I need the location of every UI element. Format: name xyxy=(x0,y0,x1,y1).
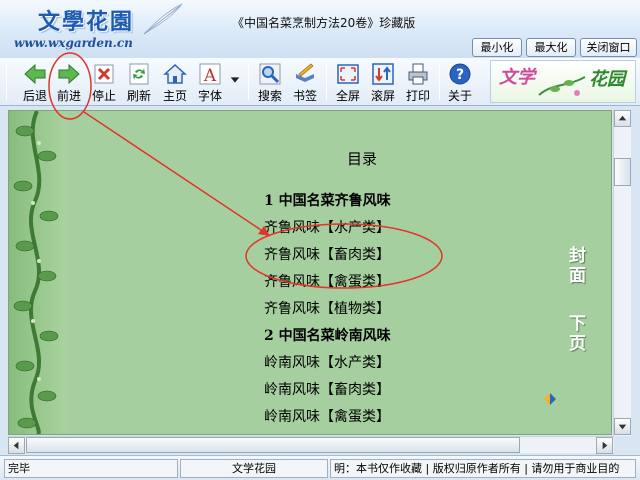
toc-link[interactable]: 岭南风味【畜肉类】 xyxy=(264,379,390,399)
autoscroll-icon xyxy=(372,63,394,85)
scroll-up-button[interactable] xyxy=(614,110,631,127)
fullscreen-label: 全屏 xyxy=(335,89,360,103)
autoscroll-button[interactable]: 滚屏 xyxy=(366,60,400,104)
chevron-down-icon xyxy=(230,77,240,83)
arrow-left-icon xyxy=(13,441,19,450)
back-arrow-icon xyxy=(24,63,46,85)
svg-text:A: A xyxy=(203,66,217,86)
status-bar: 完毕 文学花园 明：本书仅作收藏 | 版权归原作者所有 | 请勿用于商业目的 xyxy=(0,455,640,480)
search-label: 搜索 xyxy=(257,89,282,103)
banner-text-left: 文学 xyxy=(499,67,535,88)
printer-icon xyxy=(408,63,428,85)
forward-arrow-icon xyxy=(58,63,80,85)
stop-icon xyxy=(94,64,114,84)
toc-link[interactable]: 齐鲁风味【植物类】 xyxy=(264,298,390,318)
maximize-button[interactable]: 最大化 xyxy=(526,38,576,57)
autoscroll-label: 滚屏 xyxy=(370,89,395,103)
title-bar: 文學花園 www.wxgarden.cn 《中国名菜烹制方法20卷》珍藏版 最小… xyxy=(0,0,640,58)
horizontal-scroll-thumb[interactable] xyxy=(26,437,520,453)
toc-section-heading[interactable]: 2 中国名菜岭南风味 xyxy=(264,325,391,345)
window-title: 《中国名菜烹制方法20卷》珍藏版 xyxy=(232,16,416,30)
next-page-link[interactable]: 下页 xyxy=(569,314,586,354)
toolbar-divider xyxy=(326,64,327,100)
toc-link[interactable]: 齐鲁风味【禽蛋类】 xyxy=(264,271,390,291)
stop-button[interactable]: 停止 xyxy=(87,60,121,104)
toc-section-heading[interactable]: 1 中国名菜齐鲁风味 xyxy=(264,190,391,210)
pointer-icon xyxy=(544,393,556,405)
arrow-up-icon xyxy=(618,115,627,121)
status-site-name: 文学花园 xyxy=(180,459,328,478)
horizontal-scrollbar[interactable] xyxy=(8,436,614,454)
search-icon xyxy=(259,63,281,85)
refresh-button[interactable]: 刷新 xyxy=(122,60,156,104)
logo-url: www.wxgarden.cn xyxy=(14,36,133,50)
font-label: 字体 xyxy=(197,89,222,103)
about-button[interactable]: ? 关于 xyxy=(443,60,477,104)
cover-link[interactable]: 封面 xyxy=(569,246,586,286)
status-text: 完毕 xyxy=(4,459,178,478)
scroll-left-button[interactable] xyxy=(8,437,25,454)
vine-decoration xyxy=(9,111,67,434)
logo-title: 文學花園 xyxy=(38,9,135,35)
banner-text-right: 花园 xyxy=(589,69,625,90)
toc-link[interactable]: 岭南风味【水产类】 xyxy=(264,352,390,372)
arrow-down-icon xyxy=(618,424,627,430)
toolbar-divider xyxy=(248,64,249,100)
vine-decoration-icon xyxy=(13,111,59,434)
book-content: 目录 1 中国名菜齐鲁风味 齐鲁风味【水产类】 齐鲁风味【畜肉类】 齐鲁风味【禽… xyxy=(8,110,612,435)
scroll-down-button[interactable] xyxy=(614,418,631,435)
feather-icon xyxy=(143,3,183,35)
back-button[interactable]: 后退 xyxy=(18,60,52,104)
vertical-scroll-thumb[interactable] xyxy=(614,158,631,186)
home-button[interactable]: 主页 xyxy=(158,60,192,104)
font-button[interactable]: A 字体 xyxy=(193,60,227,104)
close-window-button[interactable]: 关闭窗口 xyxy=(580,38,637,57)
search-button[interactable]: 搜索 xyxy=(253,60,287,104)
font-icon: A xyxy=(199,63,221,86)
print-label: 打印 xyxy=(405,89,430,103)
toolbar-divider xyxy=(6,64,7,100)
leaf-decoration-icon xyxy=(538,76,586,96)
stop-label: 停止 xyxy=(91,89,116,103)
bookmark-label: 书签 xyxy=(292,89,317,103)
font-dropdown-button[interactable] xyxy=(228,74,242,88)
print-button[interactable]: 打印 xyxy=(401,60,435,104)
forward-button[interactable]: 前进 xyxy=(52,60,86,104)
home-icon xyxy=(163,63,187,84)
scroll-right-button[interactable] xyxy=(596,437,613,454)
refresh-label: 刷新 xyxy=(126,89,151,103)
fullscreen-icon xyxy=(337,64,359,84)
bookmark-button[interactable]: 书签 xyxy=(288,60,322,104)
garden-banner: 文学 花园 xyxy=(490,60,636,103)
toc-title: 目录 xyxy=(347,150,378,168)
vertical-scrollbar[interactable] xyxy=(613,110,631,436)
help-icon: ? xyxy=(449,63,471,85)
toc-link[interactable]: 岭南风味【禽蛋类】 xyxy=(264,406,390,426)
back-label: 后退 xyxy=(22,89,47,103)
home-label: 主页 xyxy=(162,89,187,103)
about-label: 关于 xyxy=(447,89,472,103)
forward-label: 前进 xyxy=(56,89,81,103)
toc-link[interactable]: 齐鲁风味【畜肉类】 xyxy=(264,244,390,264)
toolbar-divider xyxy=(439,64,440,100)
toc-link[interactable]: 齐鲁风味【水产类】 xyxy=(264,217,390,237)
minimize-button[interactable]: 最小化 xyxy=(472,38,522,57)
toolbar: 后退 前进 停止 刷新 主页 A 字体 搜索 书签 全屏 滚屏 打印 ? 关于 … xyxy=(0,58,640,106)
refresh-icon xyxy=(129,63,149,85)
bookmark-icon xyxy=(296,63,314,82)
arrow-right-icon xyxy=(602,441,608,450)
status-copyright-notice: 明：本书仅作收藏 | 版权归原作者所有 | 请勿用于商业目的 xyxy=(330,459,636,478)
svg-text:?: ? xyxy=(456,67,464,83)
fullscreen-button[interactable]: 全屏 xyxy=(331,60,365,104)
